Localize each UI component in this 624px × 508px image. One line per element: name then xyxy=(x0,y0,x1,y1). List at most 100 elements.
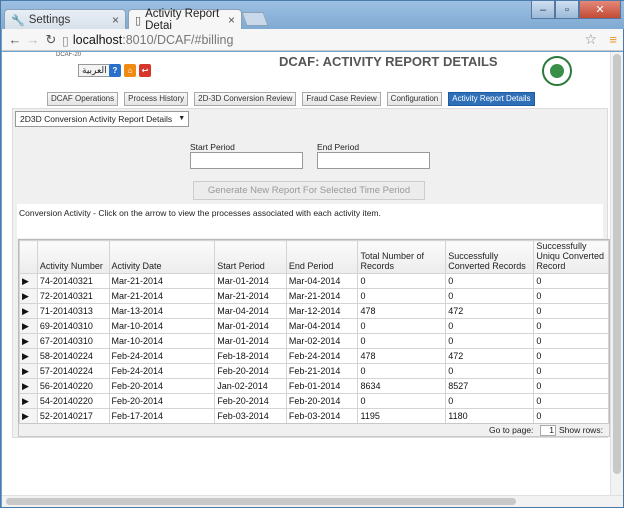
table-cell: 0 xyxy=(357,318,447,334)
expand-arrow-icon[interactable]: ▶ xyxy=(19,303,38,319)
table-cell: 0 xyxy=(533,363,609,379)
nav-fraud-case-review[interactable]: Fraud Case Review xyxy=(302,92,381,106)
start-period-input[interactable] xyxy=(190,152,303,169)
table-cell: Feb-18-2014 xyxy=(214,348,287,364)
browser-window: 🔧 Settings × ▯ Activity Report Detai × –… xyxy=(0,0,624,508)
column-header[interactable]: End Period xyxy=(285,240,359,274)
url-host: localhost xyxy=(72,33,123,47)
table-cell: Feb-01-2014 xyxy=(285,378,359,394)
expand-arrow-icon[interactable]: ▶ xyxy=(19,348,38,364)
table-cell: Feb-24-2014 xyxy=(285,348,359,364)
tab-settings[interactable]: 🔧 Settings × xyxy=(4,9,126,30)
table-cell: Mar-04-2014 xyxy=(285,318,359,334)
table-cell: Mar-21-2014 xyxy=(108,273,216,289)
chevron-down-icon: ▼ xyxy=(178,115,186,122)
table-row[interactable]: ▶ 52-20140217 Feb-17-2014 Feb-03-2014 Feb-03… xyxy=(19,408,609,424)
emblem-logo xyxy=(542,56,572,86)
column-header[interactable]: Start Period xyxy=(214,240,287,274)
table-cell: 0 xyxy=(357,393,447,409)
maximize-button[interactable]: ▫ xyxy=(555,1,579,19)
tab-strip: 🔧 Settings × ▯ Activity Report Detai × –… xyxy=(1,1,624,32)
table-cell: Feb-17-2014 xyxy=(108,408,216,424)
expand-arrow-icon[interactable]: ▶ xyxy=(19,363,38,379)
table-row[interactable]: ▶ 54-20140220 Feb-20-2014 Feb-20-2014 Feb-20… xyxy=(19,393,609,409)
expand-arrow-icon[interactable]: ▶ xyxy=(19,288,38,304)
page-title: DCAF: ACTIVITY REPORT DETAILS xyxy=(279,54,498,69)
close-window-button[interactable]: ✕ xyxy=(579,1,621,19)
reload-icon[interactable]: ↻ xyxy=(42,32,60,48)
new-tab-button[interactable] xyxy=(241,12,269,26)
table-cell: 472 xyxy=(445,348,535,364)
column-header[interactable]: Activity Number xyxy=(36,240,110,274)
table-cell: Feb-20-2014 xyxy=(214,363,287,379)
table-row[interactable]: ▶ 57-20140224 Feb-24-2014 Feb-20-2014 Feb-21… xyxy=(19,363,609,379)
close-icon[interactable]: × xyxy=(112,13,119,27)
browser-toolbar: ← → ↻ ▯ localhost:8010/DCAF/#billing ☆ ≡ xyxy=(2,29,623,51)
table-row[interactable]: ▶ 71-20140313 Mar-13-2014 Mar-04-2014 Mar-12… xyxy=(19,303,609,319)
table-cell: Mar-12-2014 xyxy=(285,303,359,319)
table-cell: 0 xyxy=(445,288,535,304)
page-icon: ▯ xyxy=(62,33,69,48)
nav-conversion-review[interactable]: 2D-3D Conversion Review xyxy=(194,92,297,106)
table-cell: 69-20140310 xyxy=(36,318,110,334)
home-icon[interactable]: ⌂ xyxy=(124,64,136,77)
wrench-icon: 🔧 xyxy=(11,14,25,27)
table-cell: 0 xyxy=(445,273,535,289)
expand-arrow-icon[interactable]: ▶ xyxy=(19,333,38,349)
address-bar[interactable]: ▯ localhost:8010/DCAF/#billing xyxy=(62,31,602,49)
table-cell: 0 xyxy=(357,333,447,349)
table-cell: 0 xyxy=(533,333,609,349)
bookmark-star-icon[interactable]: ☆ xyxy=(584,31,597,48)
nav-dcaf-operations[interactable]: DCAF Operations xyxy=(47,92,119,106)
report-type-select[interactable]: 2D3D Conversion Activity Report Details … xyxy=(15,111,190,127)
tab-activity-report[interactable]: ▯ Activity Report Detai × xyxy=(128,8,242,32)
nav-activity-report-details[interactable]: Activity Report Details xyxy=(448,92,535,106)
expand-arrow-icon[interactable]: ▶ xyxy=(19,378,38,394)
vertical-scrollbar[interactable] xyxy=(610,52,623,495)
table-cell: Mar-01-2014 xyxy=(214,333,287,349)
table-cell: 54-20140220 xyxy=(36,393,110,409)
table-cell: 8634 xyxy=(357,378,447,394)
generate-report-button[interactable]: Generate New Report For Selected Time Pe… xyxy=(193,181,425,200)
column-header[interactable]: Total Number of Records xyxy=(357,240,447,274)
table-cell: 0 xyxy=(445,333,535,349)
back-icon[interactable]: ← xyxy=(6,32,24,47)
horizontal-scrollbar[interactable] xyxy=(2,495,623,507)
table-row[interactable]: ▶ 58-20140224 Feb-24-2014 Feb-18-2014 Feb-24… xyxy=(19,348,609,364)
table-cell: 0 xyxy=(533,393,609,409)
tab-label: Settings xyxy=(28,14,71,26)
table-row[interactable]: ▶ 74-20140321 Mar-21-2014 Mar-01-2014 Mar-04… xyxy=(19,273,609,289)
table-row[interactable]: ▶ 67-20140310 Mar-10-2014 Mar-01-2014 Mar-02… xyxy=(19,333,609,349)
table-row[interactable]: ▶ 69-20140310 Mar-10-2014 Mar-01-2014 Mar-04… xyxy=(19,318,609,334)
column-header[interactable]: Activity Date xyxy=(108,240,216,274)
table-cell: Feb-20-2014 xyxy=(108,393,216,409)
forward-icon[interactable]: → xyxy=(24,32,42,47)
nav-process-history[interactable]: Process History xyxy=(124,92,189,106)
menu-icon[interactable]: ≡ xyxy=(609,32,617,47)
nav-configuration[interactable]: Configuration xyxy=(386,92,443,106)
goto-page-input[interactable]: 1 xyxy=(540,425,556,436)
table-cell: 0 xyxy=(445,318,535,334)
show-rows-label: Show rows: xyxy=(559,425,603,435)
table-cell: Mar-10-2014 xyxy=(108,318,216,334)
column-header[interactable]: Successfully Converted Records xyxy=(445,240,535,274)
table-cell: Feb-24-2014 xyxy=(108,348,216,364)
expand-arrow-icon[interactable]: ▶ xyxy=(19,393,38,409)
help-icon[interactable]: ? xyxy=(109,64,121,77)
table-row[interactable]: ▶ 72-20140321 Mar-21-2014 Mar-21-2014 Mar-21… xyxy=(19,288,609,304)
page-viewport: DCAF-20 العربية ? ⌂ ↩ DCAF: ACTIVITY REP… xyxy=(2,52,623,495)
end-period-input[interactable] xyxy=(317,152,430,169)
minimize-button[interactable]: – xyxy=(531,1,555,19)
expand-arrow-icon[interactable]: ▶ xyxy=(19,273,38,289)
column-header[interactable]: Successfully Uniqu Converted Record xyxy=(533,240,609,274)
expand-arrow-icon[interactable]: ▶ xyxy=(19,408,38,424)
close-icon[interactable]: × xyxy=(228,13,235,27)
expand-arrow-icon[interactable]: ▶ xyxy=(19,318,38,334)
table-row[interactable]: ▶ 56-20140220 Feb-20-2014 Jan-02-2014 Feb-01… xyxy=(19,378,609,394)
table-cell: 67-20140310 xyxy=(36,333,110,349)
table-cell: 56-20140220 xyxy=(36,378,110,394)
table-cell: 478 xyxy=(357,303,447,319)
language-button[interactable]: العربية xyxy=(78,64,111,77)
table-cell: Feb-20-2014 xyxy=(214,393,287,409)
logout-icon[interactable]: ↩ xyxy=(139,64,151,77)
